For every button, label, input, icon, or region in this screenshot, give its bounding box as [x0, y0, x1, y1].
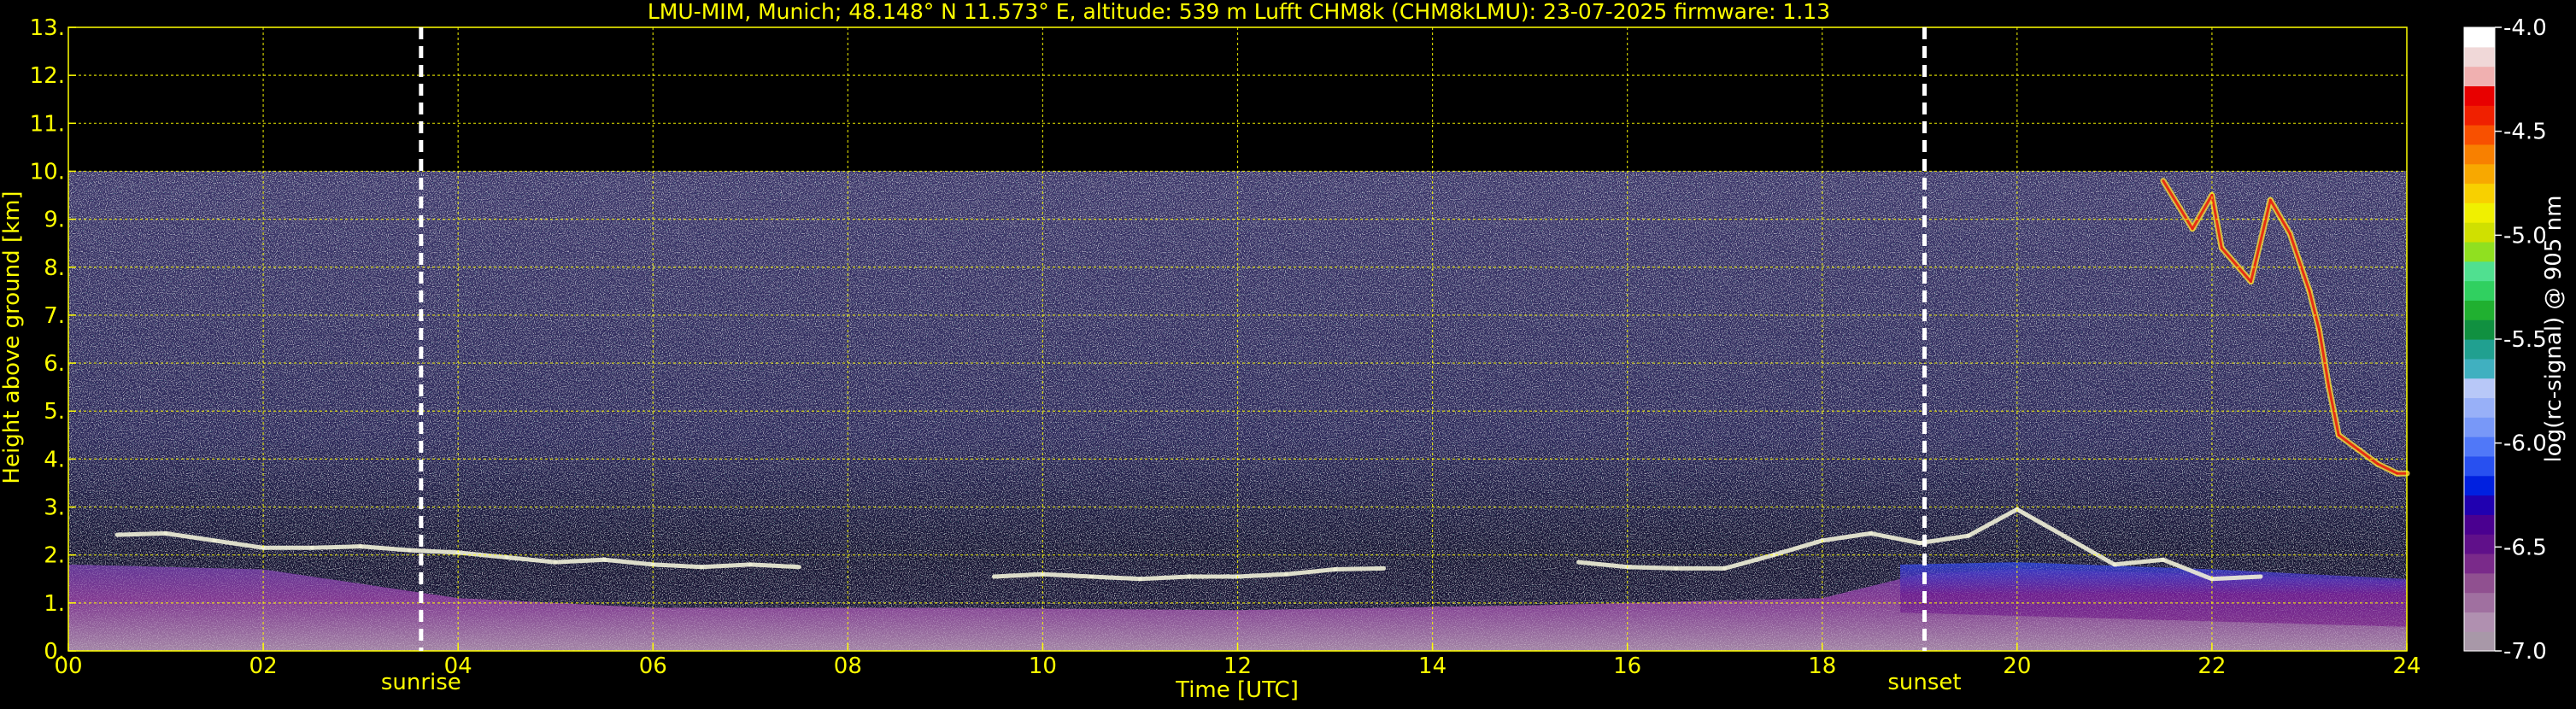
x-tick-label: 22: [2198, 653, 2226, 679]
colorbar-tick-label: -7.0: [2503, 639, 2547, 665]
colorbar-swatch: [2464, 378, 2495, 399]
colorbar-swatch: [2464, 534, 2495, 554]
ceilometer-chart: 00 02 04 06 08 10 12 14 16 18 20 22 24 0. 1. 2. 3. 4. 5. 6.…: [0, 0, 2576, 706]
colorbar-swatch: [2464, 105, 2495, 126]
y-tick-label: 0.: [44, 639, 65, 665]
cloud-segment: [1333, 565, 1387, 571]
colorbar-swatch: [2464, 319, 2495, 340]
x-axis-label: Time [UTC]: [1175, 677, 1299, 703]
event-label-sunset: sunset: [1887, 670, 1961, 695]
colorbar-swatch: [2464, 631, 2495, 652]
y-tick-label: 9.: [44, 208, 65, 233]
colorbar-swatch: [2464, 358, 2495, 379]
y-axis-label: Height above ground [km]: [0, 190, 25, 483]
colorbar: -7.0-6.5-6.0-5.5-5.0-4.5-4.0: [2463, 15, 2547, 665]
colorbar-swatch: [2464, 592, 2495, 612]
y-tick-label: 4.: [44, 447, 65, 472]
cloud-segment: [114, 530, 168, 537]
y-tick-label: 12.: [30, 63, 65, 89]
colorbar-swatch: [2464, 495, 2495, 515]
colorbar-swatch: [2464, 241, 2495, 262]
chart-svg: 00 02 04 06 08 10 12 14 16 18 20 22 240.1.2.3.4.5.6.…: [0, 0, 2567, 703]
cloud-segment: [699, 562, 753, 570]
colorbar-swatch: [2464, 397, 2495, 418]
colorbar-swatch: [2464, 85, 2495, 106]
cloud-segment: [1088, 574, 1142, 582]
cloud-segment: [1625, 565, 1679, 571]
colorbar-swatch: [2464, 553, 2495, 574]
colorbar-tick-label: -4.0: [2503, 15, 2547, 41]
colorbar-swatch: [2464, 163, 2495, 185]
cloud-segment: [650, 562, 704, 570]
x-tick-label: 10: [1029, 653, 1057, 679]
y-tick-label: 13.: [30, 15, 65, 41]
cloud-segment: [1040, 571, 1094, 579]
colorbar-swatch: [2464, 125, 2495, 145]
x-tick-label: 12: [1223, 653, 1252, 679]
colorbar-swatch: [2464, 339, 2495, 360]
y-tick-label: 2.: [44, 543, 65, 569]
y-tick-label: 5.: [44, 399, 65, 425]
x-tick-label: 02: [249, 653, 278, 679]
y-tick-label: 8.: [44, 255, 65, 281]
colorbar-swatch: [2464, 514, 2495, 535]
cloud-segment: [2209, 574, 2263, 582]
cloud-segment: [748, 562, 801, 570]
colorbar-swatch: [2464, 66, 2495, 87]
y-tick-label: 7.: [44, 303, 65, 329]
colorbar-swatch: [2464, 46, 2495, 67]
colorbar-swatch: [2464, 144, 2495, 165]
event-label-sunrise: sunrise: [381, 670, 461, 695]
x-tick-label: 08: [834, 653, 862, 679]
cloud-segment: [991, 571, 1045, 579]
x-tick-label: 18: [1808, 653, 1836, 679]
x-tick-label: 24: [2392, 653, 2421, 679]
cloud-segment: [1138, 574, 1191, 582]
colorbar-swatch: [2464, 202, 2495, 223]
x-tick-label: 20: [2003, 653, 2031, 679]
y-tick-label: 6.: [44, 351, 65, 377]
x-tick-label: 06: [639, 653, 667, 679]
colorbar-label: log(rc-signal) @ 905 nm: [2541, 196, 2567, 463]
cloud-segment: [309, 544, 363, 550]
colorbar-swatch: [2464, 417, 2495, 437]
colorbar-swatch: [2464, 27, 2495, 48]
cloud-segment: [1235, 571, 1288, 579]
colorbar-swatch: [2464, 222, 2495, 243]
colorbar-swatch: [2464, 300, 2495, 320]
colorbar-swatch: [2464, 612, 2495, 632]
colorbar-swatch: [2464, 475, 2495, 496]
cloud-segment: [553, 557, 607, 565]
y-tick-label: 10.: [30, 159, 65, 185]
colorbar-swatch: [2464, 455, 2495, 477]
cloud-segment: [407, 548, 461, 555]
y-tick-label: 11.: [30, 111, 65, 137]
colorbar-swatch: [2464, 437, 2495, 457]
y-tick-label: 3.: [44, 495, 65, 521]
colorbar-swatch: [2464, 183, 2495, 203]
colorbar-swatch: [2464, 261, 2495, 282]
colorbar-tick-label: -6.5: [2503, 535, 2547, 560]
chart-title: LMU-MIM, Munich; 48.148° N 11.573° E, al…: [648, 0, 1830, 24]
x-tick-label: 16: [1613, 653, 1641, 679]
colorbar-swatch: [2464, 280, 2495, 301]
colorbar-swatch: [2464, 572, 2495, 594]
x-tick-label: 14: [1418, 653, 1446, 679]
colorbar-tick-label: -4.5: [2503, 120, 2547, 145]
y-tick-label: 1.: [44, 591, 65, 617]
